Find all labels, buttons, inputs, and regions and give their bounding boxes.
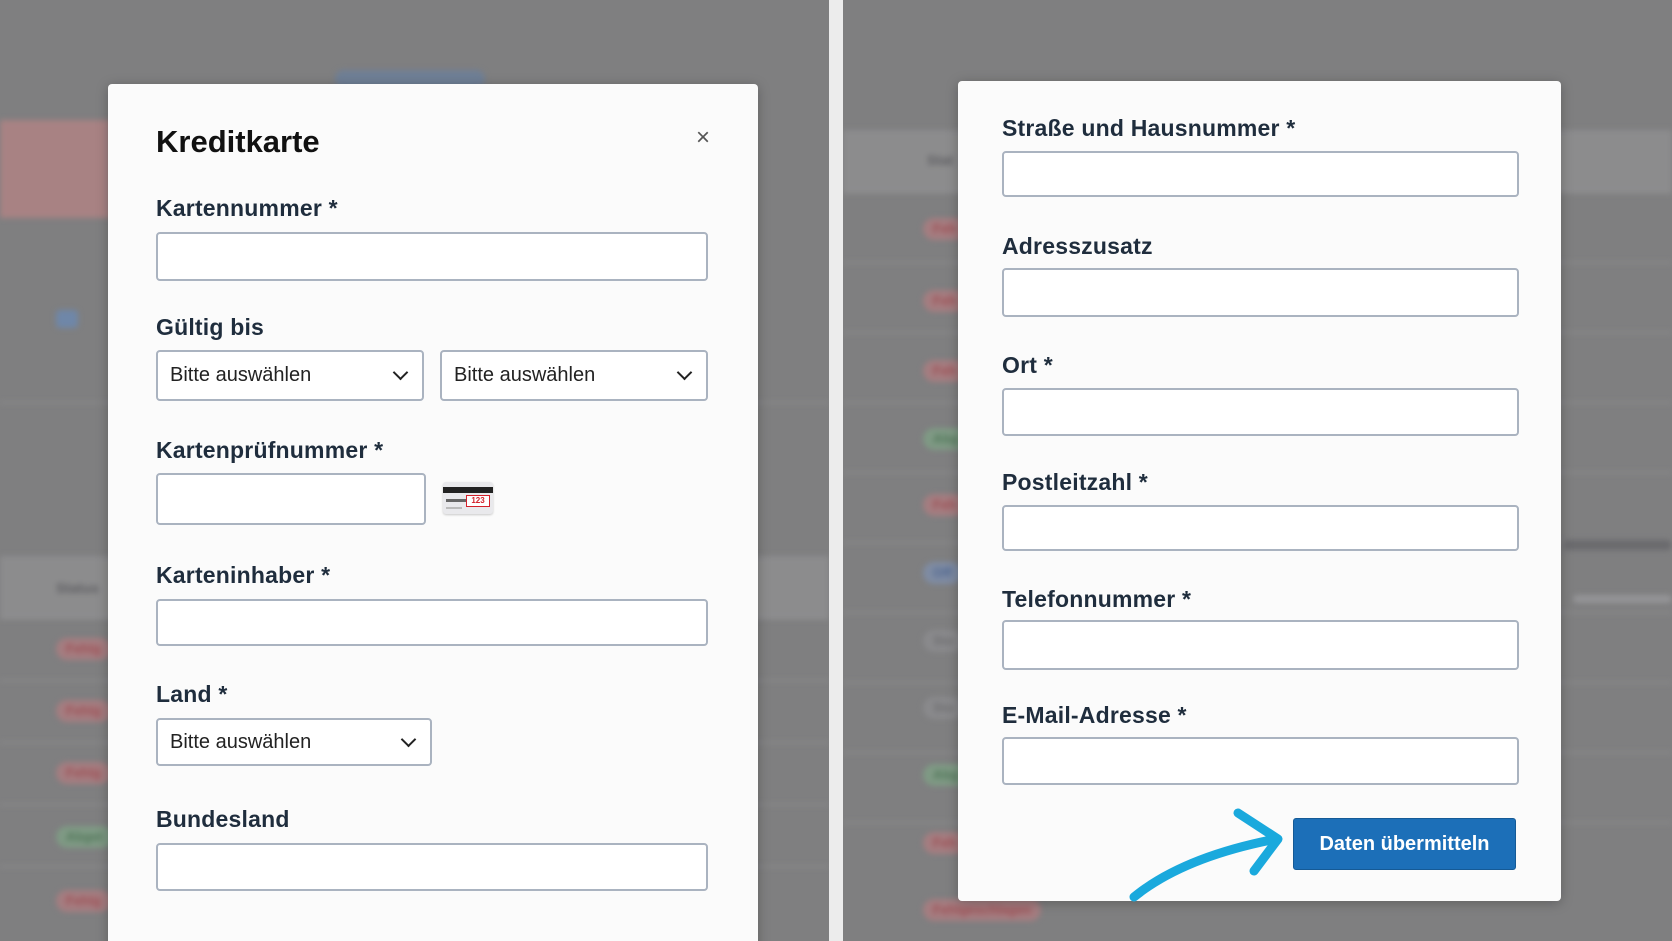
- expiry-month-value: Bitte auswählen: [170, 364, 312, 386]
- card-back-icon: 123: [443, 482, 493, 514]
- credit-card-modal: Kreditkarte × Kartennummer * Gültig bis …: [108, 84, 758, 941]
- address-extra-label: Adresszusatz: [1002, 233, 1153, 259]
- country-value: Bitte auswählen: [170, 730, 312, 753]
- city-label: Ort *: [1002, 352, 1053, 378]
- panel-divider: [829, 0, 843, 941]
- street-label: Straße und Hausnummer *: [1002, 115, 1296, 141]
- chevron-down-icon: [400, 731, 417, 747]
- cvv-input[interactable]: [156, 473, 426, 525]
- country-label: Land *: [156, 681, 228, 707]
- expiry-month-select[interactable]: Bitte auswählen: [156, 350, 424, 401]
- bg-status-header: Stat: [927, 152, 954, 168]
- postal-code-label: Postleitzahl *: [1002, 469, 1148, 495]
- state-input[interactable]: [156, 843, 708, 891]
- bg-alert-strip: [0, 120, 110, 218]
- bg-text-bar: [1573, 595, 1672, 603]
- state-label: Bundesland: [156, 806, 290, 832]
- city-input[interactable]: [1002, 388, 1519, 436]
- phone-input[interactable]: [1002, 620, 1519, 670]
- left-screenshot-panel: Status Fehlg Fehlg Fehlg Abget Fehlg Kre…: [0, 0, 829, 941]
- bg-text-bar: [1563, 540, 1672, 550]
- cvv-label: Kartenprüfnummer *: [156, 437, 384, 463]
- card-holder-label: Karteninhaber *: [156, 562, 331, 588]
- arrow-annotation-icon: [1129, 808, 1283, 902]
- postal-code-input[interactable]: [1002, 505, 1519, 551]
- submit-button[interactable]: Daten übermitteln: [1293, 818, 1516, 870]
- chevron-down-icon: [392, 364, 409, 381]
- bg-status-pill: Off: [923, 562, 962, 584]
- card-number-input[interactable]: [156, 232, 708, 281]
- valid-until-label: Gültig bis: [156, 314, 265, 340]
- close-icon[interactable]: ×: [696, 126, 710, 150]
- phone-label: Telefonnummer *: [1002, 586, 1192, 612]
- email-label: E-Mail-Adresse *: [1002, 702, 1187, 728]
- chevron-down-icon: [676, 364, 693, 381]
- address-extra-input[interactable]: [1002, 268, 1519, 317]
- street-input[interactable]: [1002, 151, 1519, 197]
- card-holder-input[interactable]: [156, 599, 708, 646]
- bg-status-pill: Fehlgeschlagen: [923, 899, 1042, 921]
- bg-status-pill: Fehlg: [56, 700, 111, 722]
- bg-status-pill: Abget: [56, 826, 113, 848]
- expiry-year-value: Bitte auswählen: [454, 364, 596, 386]
- bg-status-pill: Fehlg: [56, 890, 111, 912]
- bg-status-header: Status: [56, 580, 99, 596]
- address-modal: Straße und Hausnummer * Adresszusatz Ort…: [958, 81, 1561, 901]
- country-select[interactable]: Bitte auswählen: [156, 718, 432, 766]
- bg-status-pill: Fehlg: [56, 638, 111, 660]
- bg-status-pill: Fehlg: [56, 762, 111, 784]
- card-number-label: Kartennummer *: [156, 195, 338, 221]
- expiry-year-select[interactable]: Bitte auswählen: [440, 350, 708, 401]
- email-input[interactable]: [1002, 737, 1519, 785]
- bg-icon: [56, 310, 78, 328]
- right-screenshot-panel: Stat Feh Feh Feh Abg Feh Off Sto Sto Abg…: [843, 0, 1672, 941]
- cvv-hint-number: 123: [466, 495, 490, 507]
- modal-title: Kreditkarte: [156, 124, 320, 159]
